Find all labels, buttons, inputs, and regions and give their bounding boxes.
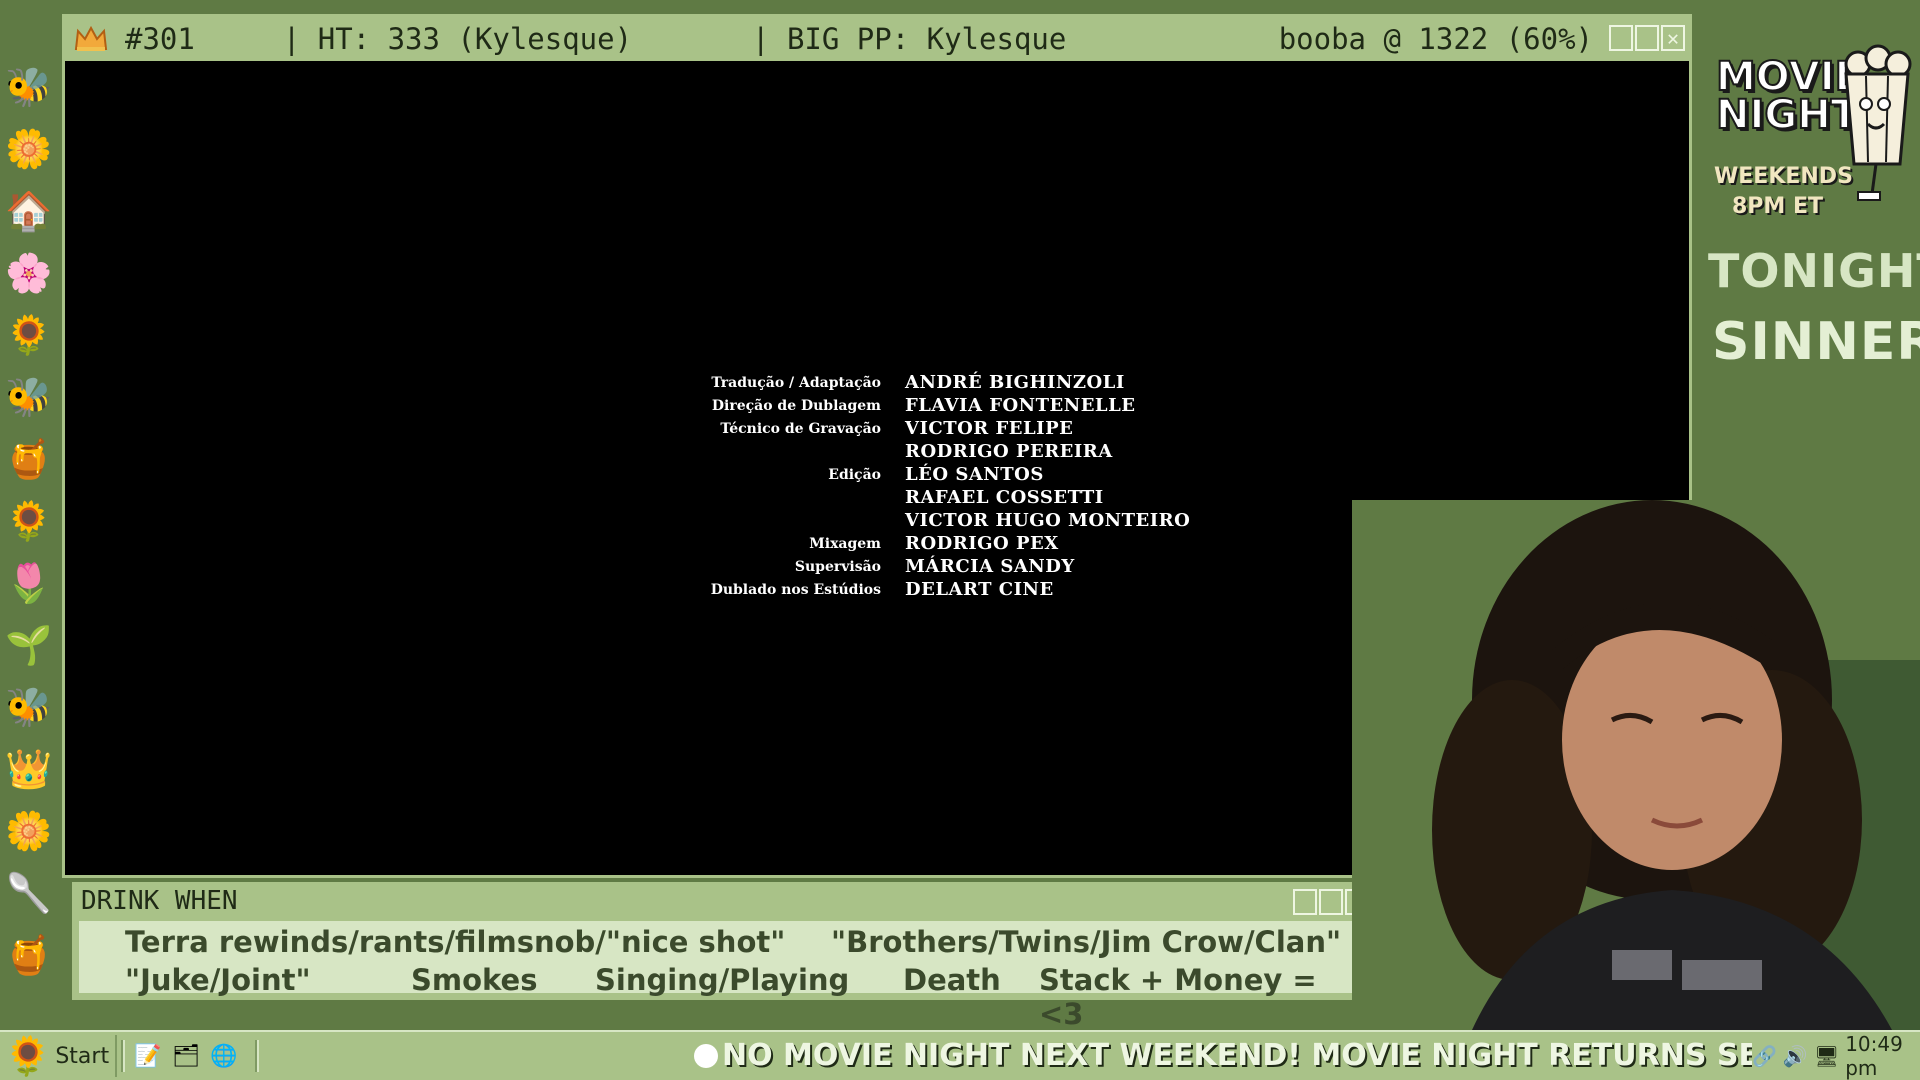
episode-number: #301	[125, 22, 195, 56]
movie-credits: Tradução / Adaptação ANDRÉ BIGHINZOLI Dire…	[665, 371, 1190, 601]
window-controls: ✕	[1609, 25, 1685, 51]
credit-name: MÁRCIA SANDY	[905, 556, 1075, 577]
queen-bee-icon[interactable]: 👑	[3, 742, 55, 796]
credit-role: Dublado nos Estúdios	[710, 581, 881, 598]
start-label: Start	[55, 1043, 110, 1069]
credit-name: VICTOR HUGO MONTEIRO	[905, 510, 1191, 531]
high-ticket-label: | HT: 333 (Kylesque)	[282, 22, 633, 56]
credit-row: VICTOR HUGO MONTEIRO	[665, 509, 1190, 532]
big-pp-label: | BIG PP: Kylesque	[752, 22, 1067, 56]
sunflower-icon[interactable]: 🌻	[3, 494, 55, 548]
user-stat-label: booba @ 1322 (60%)	[1278, 22, 1593, 56]
daisy-icon[interactable]: 🌸	[3, 246, 55, 300]
video-window-titlebar[interactable]: #301 | HT: 333 (Kylesque) | BIG PP: Kyle…	[65, 17, 1689, 61]
file-manager-icon[interactable]: 🗂	[171, 1041, 201, 1071]
credit-name: LÉO SANTOS	[905, 464, 1044, 485]
browser-icon[interactable]: 🌐	[209, 1041, 239, 1071]
maximize-button[interactable]	[1635, 25, 1659, 51]
beehive-house-icon[interactable]: 🏠	[3, 184, 55, 238]
taskbar-divider	[121, 1040, 126, 1072]
credit-row: RODRIGO PEREIRA	[665, 440, 1190, 463]
drink-when-window[interactable]: DRINK WHEN ✕ Terra rewinds/rants/filmsno…	[72, 882, 1374, 1031]
credit-role: Supervisão	[794, 558, 881, 575]
start-button[interactable]: 🌻 Start	[0, 1034, 118, 1078]
flower-bee-icon[interactable]: 🌻	[3, 308, 55, 362]
credit-row: Técnico de Gravação VICTOR FELIPE	[665, 417, 1190, 440]
credit-name: RODRIGO PEREIRA	[905, 441, 1113, 462]
system-tray: 🔗 🔊 🖥 10:49 pm	[1752, 1032, 1920, 1080]
minimize-button[interactable]	[1609, 25, 1633, 51]
tonight-movie-title: SINNERS	[1712, 312, 1920, 372]
drink-rule: "Brothers/Twins/Jim Crow/Clan"	[831, 925, 1342, 959]
credit-row: RAFAEL COSSETTI	[665, 486, 1190, 509]
credit-name: ANDRÉ BIGHINZOLI	[905, 372, 1125, 393]
credit-role: Técnico de Gravação	[720, 420, 881, 437]
sunflower-orange-icon[interactable]: 🌼	[3, 804, 55, 858]
bee-flying-icon[interactable]: 🐝	[3, 680, 55, 734]
credit-name: RODRIGO PEX	[905, 533, 1059, 554]
credit-role: Mixagem	[809, 535, 881, 552]
drink-rule: Death	[903, 963, 1001, 997]
credit-role: Direção de Dublagem	[711, 397, 881, 414]
crown-icon	[73, 24, 109, 54]
sunflower-icon: 🌻	[4, 1034, 52, 1078]
movie-night-logo: MOVIE NIGHT WEEKENDS 8PM ET	[1702, 24, 1912, 219]
credit-name: DELART CINE	[905, 579, 1054, 600]
drink-rule: Singing/Playing	[595, 963, 850, 997]
credit-name: VICTOR FELIPE	[905, 418, 1074, 439]
credit-role: Edição	[828, 466, 881, 483]
volume-icon[interactable]: 🔊	[1783, 1044, 1808, 1068]
credit-row: Edição LÉO SANTOS	[665, 463, 1190, 486]
credit-name: RAFAEL COSSETTI	[905, 487, 1104, 508]
bee-small-icon[interactable]: 🐝	[3, 370, 55, 424]
drink-minimize-button[interactable]	[1293, 889, 1317, 915]
credit-row: Direção de Dublagem FLAVIA FONTENELLE	[665, 394, 1190, 417]
credit-name: FLAVIA FONTENELLE	[905, 395, 1136, 416]
credit-row: Mixagem RODRIGO PEX	[665, 532, 1190, 555]
drink-rule: Terra rewinds/rants/filmsnob/"nice shot"	[125, 925, 786, 959]
flowers-icon[interactable]: 🌼	[3, 122, 55, 176]
popcorn-mascot-icon	[1844, 44, 1912, 201]
plant-box-icon[interactable]: 🌱	[3, 618, 55, 672]
tonight-label: TONIGHT:	[1708, 244, 1920, 298]
credit-row: Tradução / Adaptação ANDRÉ BIGHINZOLI	[665, 371, 1190, 394]
honey-dipper-icon[interactable]: 🥄	[3, 866, 55, 920]
drink-rule: Smokes	[411, 963, 538, 997]
record-dot-icon	[694, 1043, 718, 1068]
taskbar-divider	[255, 1040, 260, 1072]
drink-window-title: DRINK WHEN	[81, 886, 238, 916]
tulip-icon[interactable]: 🌷	[3, 556, 55, 610]
clock: 10:49 pm	[1845, 1032, 1903, 1080]
honey-jar-icon[interactable]: 🍯	[3, 928, 55, 982]
honeypot-icon[interactable]: 🍯	[3, 432, 55, 486]
ticker-text: NO MOVIE NIGHT NEXT WEEKEND! MOVIE NIGHT…	[722, 1038, 1802, 1073]
network-icon[interactable]: 🔗	[1752, 1044, 1777, 1068]
drink-rule: "Juke/Joint"	[125, 963, 311, 997]
drink-rule: Stack + Money = <3	[1039, 963, 1317, 1031]
drink-maximize-button[interactable]	[1319, 889, 1343, 915]
webcam-feed	[1352, 500, 1920, 1030]
close-button[interactable]: ✕	[1661, 25, 1685, 51]
drink-window-titlebar[interactable]: DRINK WHEN	[75, 885, 1371, 917]
drink-rules-list: Terra rewinds/rants/filmsnob/"nice shot"…	[79, 921, 1367, 1031]
taskbar: 🌻 Start 📝 🗂 🌐 NO MOVIE NIGHT NEXT WEEKEN…	[0, 1030, 1920, 1080]
news-ticker: NO MOVIE NIGHT NEXT WEEKEND! MOVIE NIGHT…	[694, 1038, 1801, 1073]
credit-row: Dublado nos Estúdios DELART CINE	[665, 578, 1190, 601]
bee-icon[interactable]: 🐝	[3, 60, 55, 114]
credit-role: Tradução / Adaptação	[711, 374, 881, 391]
notepad-icon[interactable]: 📝	[133, 1041, 163, 1071]
credit-row: Supervisão MÁRCIA SANDY	[665, 555, 1190, 578]
desktop-icon-column: 🐝 🌼 🏠 🌸 🌻 🐝 🍯 🌻 🌷 🌱 🐝 👑 🌼 🥄 🍯	[0, 0, 58, 1030]
monitor-icon[interactable]: 🖥	[1814, 1044, 1839, 1068]
